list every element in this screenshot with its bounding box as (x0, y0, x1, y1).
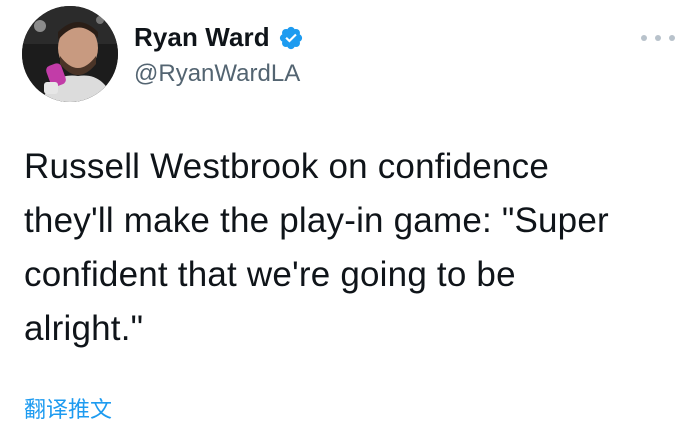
author-display-name[interactable]: Ryan Ward (134, 22, 270, 53)
tweet-text: Russell Westbrook on confidence they'll … (24, 140, 674, 356)
translate-tweet-link[interactable]: 翻译推文 (24, 392, 112, 424)
tweet-text-line: alright." (24, 309, 144, 348)
author-name-row: Ryan Ward (134, 22, 304, 53)
tweet-text-line: they'll make the play-in game: "Super (24, 201, 609, 240)
avatar-photo (22, 6, 118, 102)
verified-badge-icon (278, 25, 304, 51)
tweet-text-line: confident that we're going to be (24, 255, 516, 294)
tweet-card: Ryan Ward @RyanWardLA Russell Westbrook … (0, 0, 689, 426)
tweet-text-line: Russell Westbrook on confidence (24, 147, 549, 186)
more-options-button[interactable] (641, 28, 675, 48)
more-horizontal-icon (655, 35, 661, 41)
author-handle[interactable]: @RyanWardLA (134, 60, 300, 88)
more-horizontal-icon (641, 35, 647, 41)
avatar[interactable] (22, 6, 118, 102)
more-horizontal-icon (669, 35, 675, 41)
